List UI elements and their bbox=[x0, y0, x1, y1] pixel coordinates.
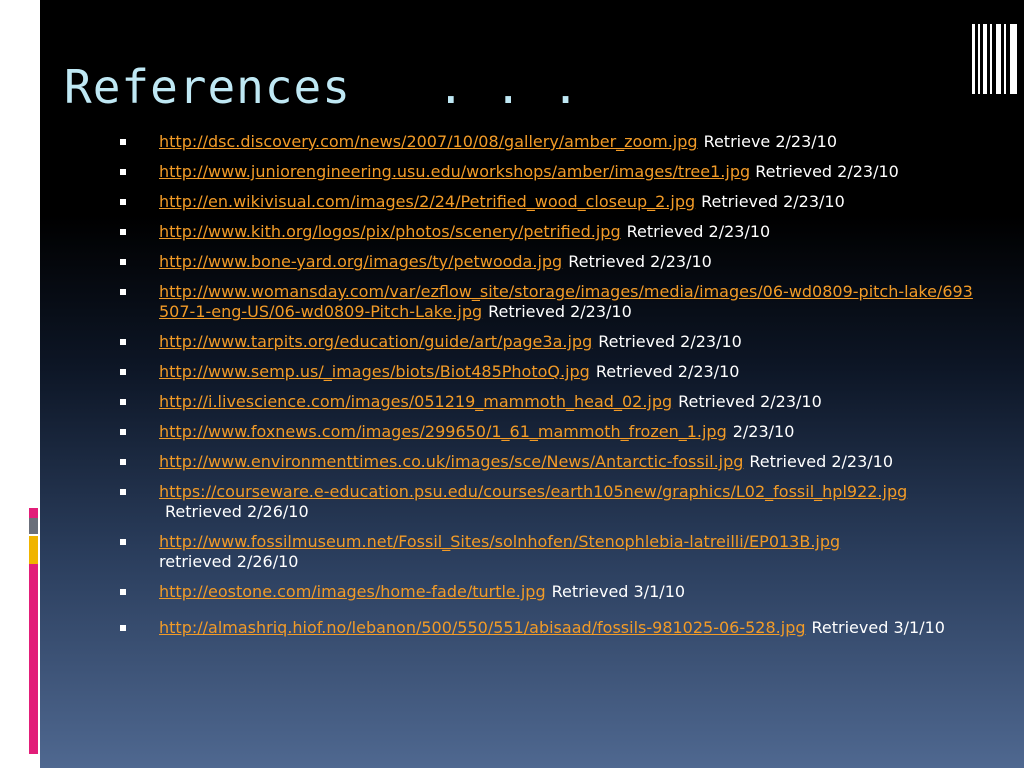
retrieved-date: Retrieved 2/23/10 bbox=[749, 452, 894, 471]
retrieved-date: Retrieved 2/23/10 bbox=[678, 392, 822, 411]
reference-link[interactable]: http://www.juniorengineering.usu.edu/wor… bbox=[159, 162, 750, 181]
reference-list: http://dsc.discovery.com/news/2007/10/08… bbox=[120, 132, 980, 648]
bullet-square-icon bbox=[120, 459, 126, 465]
reference-item: http://www.bone-yard.org/images/ty/petwo… bbox=[120, 252, 980, 272]
bullet-square-icon bbox=[120, 259, 126, 265]
reference-link[interactable]: http://almashriq.hiof.no/lebanon/500/550… bbox=[159, 618, 806, 637]
bullet-square-icon bbox=[120, 489, 126, 495]
reference-link[interactable]: http://www.semp.us/_images/biots/Biot485… bbox=[159, 362, 590, 381]
reference-item: http://www.foxnews.com/images/299650/1_6… bbox=[120, 422, 980, 442]
retrieved-date: retrieved 2/26/10 bbox=[159, 552, 299, 571]
bullet-square-icon bbox=[120, 429, 126, 435]
reference-item: http://www.kith.org/logos/pix/photos/sce… bbox=[120, 222, 980, 242]
bullet-square-icon bbox=[120, 625, 126, 631]
bullet-square-icon bbox=[120, 369, 126, 375]
accent-bar-gold bbox=[29, 536, 38, 564]
vertical-bars-icon bbox=[972, 24, 1018, 94]
retrieved-date: Retrieved 3/1/10 bbox=[811, 618, 945, 637]
retrieved-date: Retrieve 2/23/10 bbox=[703, 132, 838, 151]
retrieved-date: Retrieved 2/23/10 bbox=[755, 162, 899, 181]
retrieved-date: 2/23/10 bbox=[732, 422, 795, 441]
bullet-square-icon bbox=[120, 199, 126, 205]
reference-link[interactable]: http://i.livescience.com/images/051219_m… bbox=[159, 392, 672, 411]
reference-item: http://en.wikivisual.com/images/2/24/Pet… bbox=[120, 192, 980, 212]
reference-item: http://www.fossilmuseum.net/Fossil_Sites… bbox=[120, 532, 980, 572]
reference-item: http://www.tarpits.org/education/guide/a… bbox=[120, 332, 980, 352]
accent-bar-pink bbox=[29, 564, 38, 754]
bullet-square-icon bbox=[120, 289, 126, 295]
retrieved-date: Retrieved 2/23/10 bbox=[568, 252, 712, 271]
reference-item: https://courseware.e-education.psu.edu/c… bbox=[120, 482, 980, 522]
accent-bar-pink-top bbox=[29, 508, 38, 518]
retrieved-date: Retrieved 2/23/10 bbox=[595, 362, 740, 381]
reference-item: http://almashriq.hiof.no/lebanon/500/550… bbox=[120, 618, 980, 638]
reference-link[interactable]: http://eostone.com/images/home-fade/turt… bbox=[159, 582, 546, 601]
reference-item: http://www.environmenttimes.co.uk/images… bbox=[120, 452, 980, 472]
reference-item: http://www.semp.us/_images/biots/Biot485… bbox=[120, 362, 980, 382]
bullet-square-icon bbox=[120, 139, 126, 145]
bullet-square-icon bbox=[120, 169, 126, 175]
reference-link[interactable]: http://www.foxnews.com/images/299650/1_6… bbox=[159, 422, 727, 441]
reference-link[interactable]: http://www.environmenttimes.co.uk/images… bbox=[159, 452, 743, 471]
retrieved-date: Retrieved 3/1/10 bbox=[551, 582, 686, 601]
bullet-square-icon bbox=[120, 339, 126, 345]
retrieved-date: Retrieved 2/23/10 bbox=[488, 302, 632, 321]
slide-title: References . . . bbox=[64, 60, 581, 114]
reference-link[interactable]: http://www.kith.org/logos/pix/photos/sce… bbox=[159, 222, 621, 241]
retrieved-date: Retrieved 2/23/10 bbox=[626, 222, 771, 241]
reference-link[interactable]: http://dsc.discovery.com/news/2007/10/08… bbox=[159, 132, 698, 151]
reference-item: http://www.womansday.com/var/ezflow_site… bbox=[120, 282, 980, 322]
bullet-square-icon bbox=[120, 539, 126, 545]
accent-bar-gray bbox=[29, 518, 38, 534]
retrieved-date: Retrieved 2/23/10 bbox=[701, 192, 845, 211]
reference-link[interactable]: http://www.tarpits.org/education/guide/a… bbox=[159, 332, 592, 351]
reference-item: http://www.juniorengineering.usu.edu/wor… bbox=[120, 162, 980, 182]
reference-item: http://i.livescience.com/images/051219_m… bbox=[120, 392, 980, 412]
reference-link[interactable]: http://www.bone-yard.org/images/ty/petwo… bbox=[159, 252, 562, 271]
reference-link[interactable]: http://www.fossilmuseum.net/Fossil_Sites… bbox=[159, 532, 840, 551]
reference-item: http://dsc.discovery.com/news/2007/10/08… bbox=[120, 132, 980, 152]
bullet-square-icon bbox=[120, 399, 126, 405]
reference-link[interactable]: https://courseware.e-education.psu.edu/c… bbox=[159, 482, 907, 501]
bullet-square-icon bbox=[120, 229, 126, 235]
retrieved-date: Retrieved 2/23/10 bbox=[598, 332, 742, 351]
bullet-square-icon bbox=[120, 589, 126, 595]
reference-link[interactable]: http://en.wikivisual.com/images/2/24/Pet… bbox=[159, 192, 695, 211]
reference-item: http://eostone.com/images/home-fade/turt… bbox=[120, 582, 980, 602]
retrieved-date: Retrieved 2/26/10 bbox=[165, 502, 309, 521]
